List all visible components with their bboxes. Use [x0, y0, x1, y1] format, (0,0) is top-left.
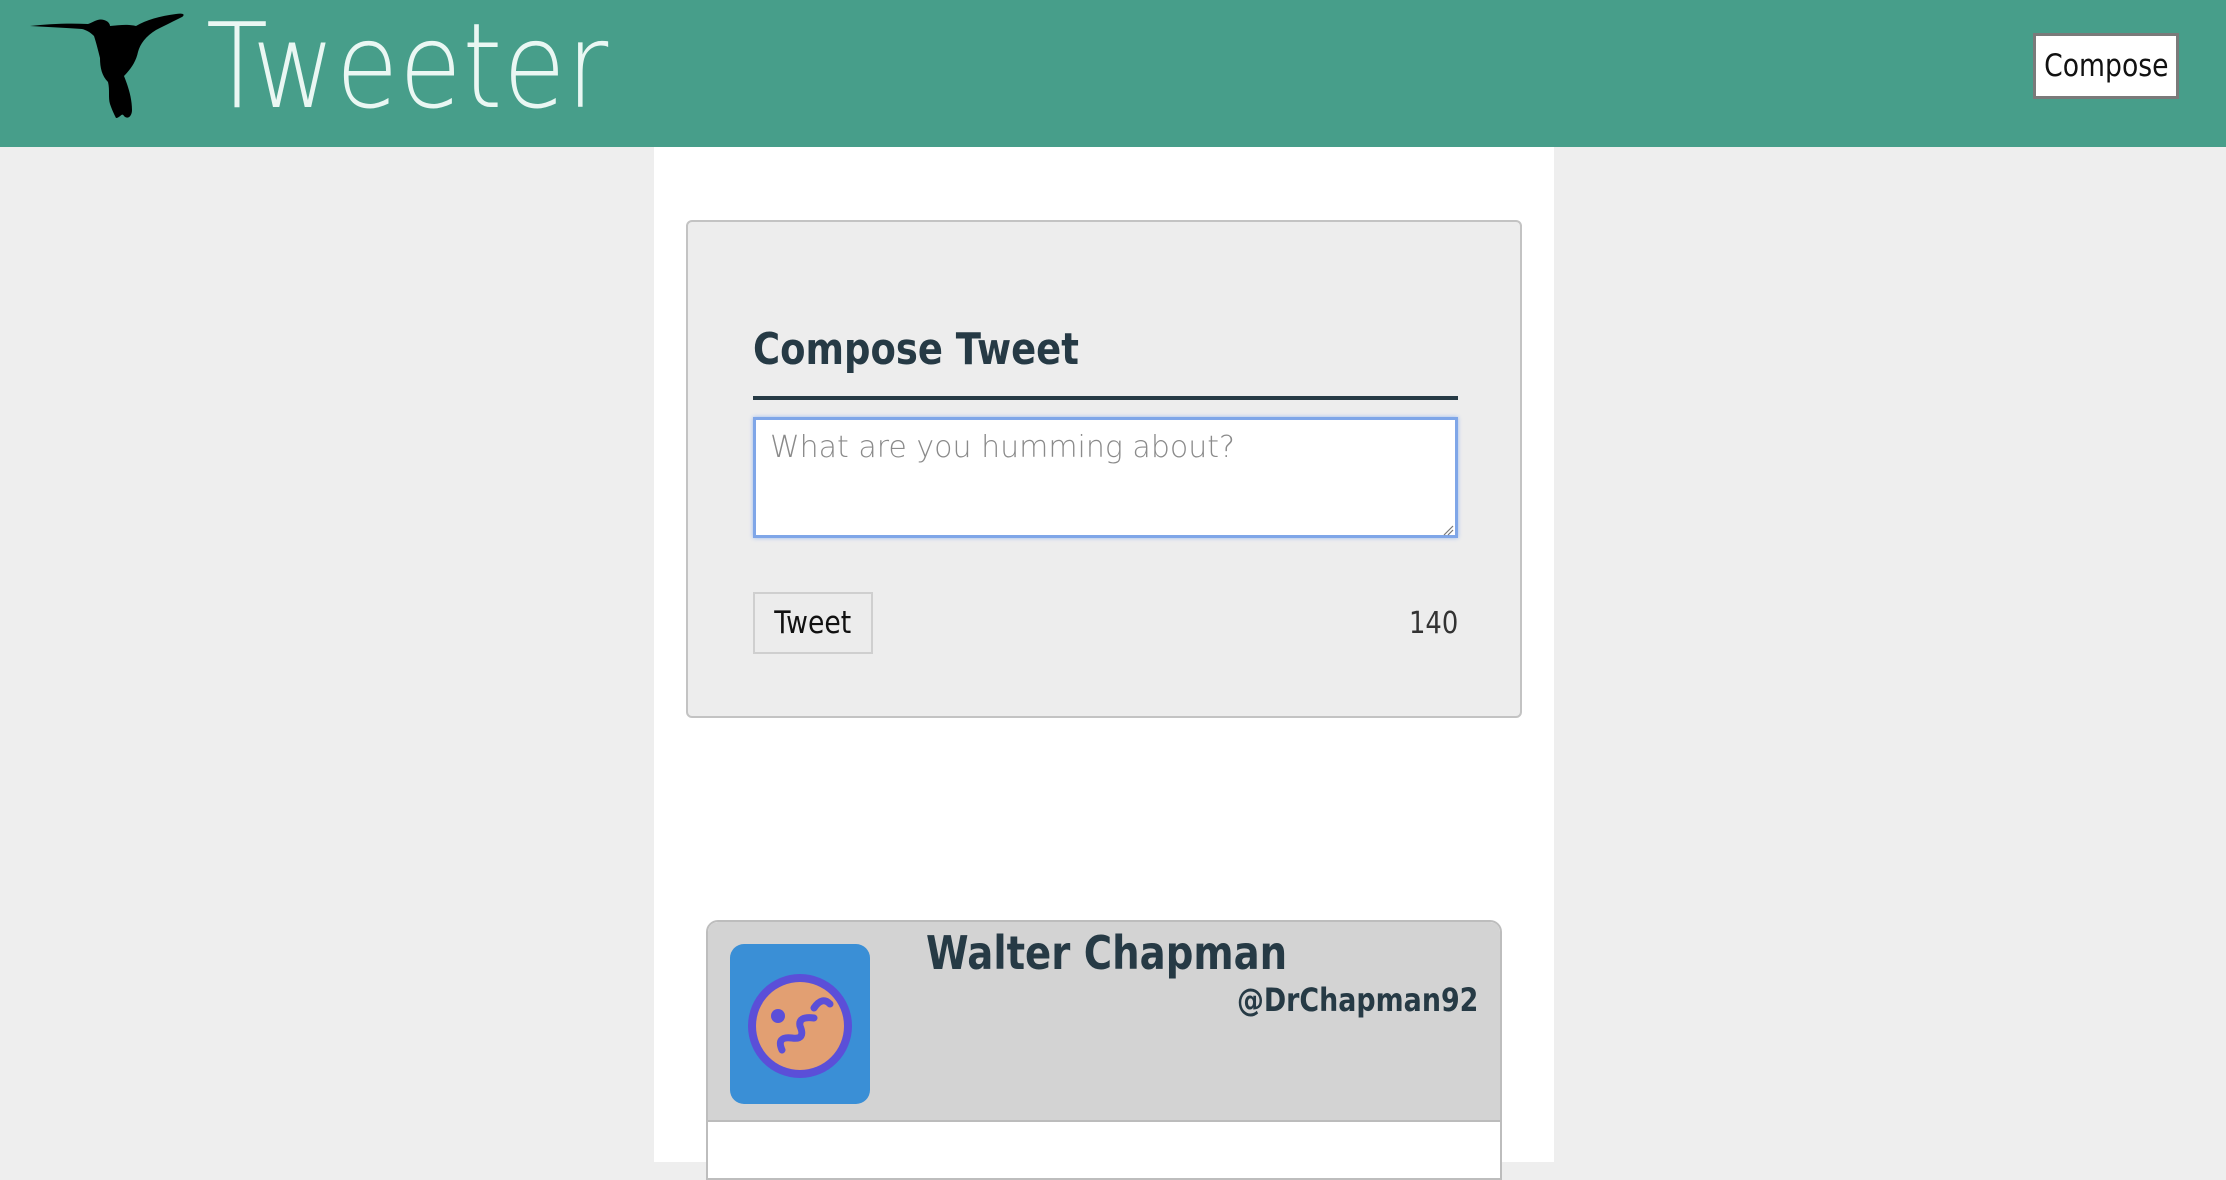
compose-button-label: Compose: [2043, 48, 2169, 84]
main-container: Compose Tweet Tweet 140 Walter Chapman @…: [654, 147, 1554, 1180]
tweet-card: Walter Chapman @DrChapman92: [706, 920, 1502, 1180]
compose-tweet-panel: Compose Tweet Tweet 140: [686, 220, 1522, 718]
hummingbird-icon: [30, 13, 184, 118]
character-counter: 140: [1368, 606, 1458, 641]
compose-button[interactable]: Compose: [2033, 33, 2179, 99]
tweet-author-name: Walter Chapman: [926, 926, 1288, 980]
tweet-header: Walter Chapman @DrChapman92: [708, 922, 1500, 1122]
tweet-button-label: Tweet: [774, 605, 852, 641]
tweet-text-input[interactable]: [753, 417, 1458, 538]
brand-title: Tweeter: [206, 0, 610, 135]
character-counter-value: 140: [1408, 606, 1458, 641]
resize-handle-icon[interactable]: [1442, 524, 1454, 536]
tweet-author-handle: @DrChapman92: [1236, 981, 1478, 1019]
compose-title-divider: [753, 396, 1458, 400]
top-navigation-bar: Tweeter Compose: [0, 0, 2226, 147]
tweet-submit-button[interactable]: Tweet: [753, 592, 873, 654]
compose-title: Compose Tweet: [753, 324, 1079, 375]
emoji-avatar-icon: [730, 944, 870, 1104]
